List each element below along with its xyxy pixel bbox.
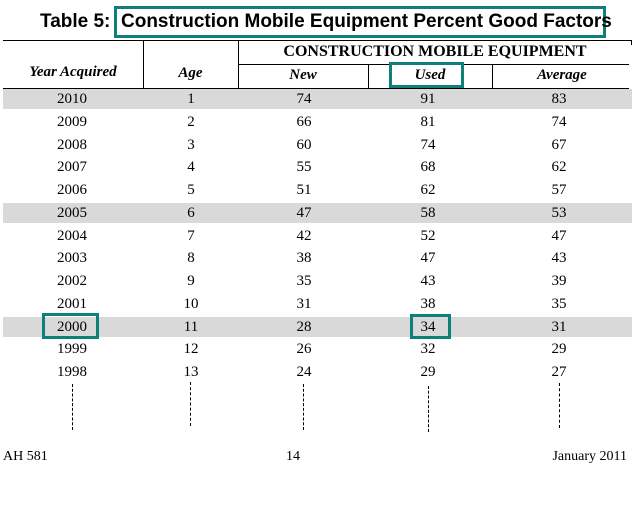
cell-used: 91 — [420, 91, 436, 107]
table-row: 2008 3 60 74 67 — [3, 135, 632, 155]
cell-age: 6 — [187, 205, 195, 221]
table-row: 2006 5 51 62 57 — [3, 180, 632, 200]
cell-year: 2006 — [57, 182, 87, 198]
cell-new: 26 — [296, 341, 312, 357]
cell-used: 74 — [420, 137, 436, 153]
cell-used: 62 — [420, 182, 436, 198]
cell-used: 47 — [420, 250, 436, 266]
cell-age: 2 — [187, 114, 195, 130]
cell-age: 11 — [183, 319, 199, 335]
cell-year: 2003 — [57, 250, 87, 266]
cell-year: 2004 — [57, 228, 87, 244]
table-row: 2003 8 38 47 43 — [3, 248, 632, 268]
cell-age: 4 — [187, 159, 195, 175]
title-highlight-box: Construction Mobile Equipment Percent Go… — [114, 6, 612, 38]
table-row: 2009 2 66 81 74 — [3, 112, 632, 132]
cell-age: 10 — [183, 296, 199, 312]
table-row: 2001 10 31 38 35 — [3, 294, 632, 314]
cell-new: 42 — [296, 228, 312, 244]
cell-used: 58 — [420, 205, 436, 221]
cell-new: 35 — [296, 273, 312, 289]
continuation-dash-average — [559, 383, 560, 428]
table-row: 2005 6 47 58 53 — [3, 203, 632, 223]
cell-used: 32 — [420, 341, 436, 357]
table-row: 2007 4 55 68 62 — [3, 157, 632, 177]
cell-year: 1998 — [57, 364, 87, 380]
table-title-prefix: Table 5: — [40, 11, 111, 32]
cell-average: 83 — [551, 91, 567, 107]
header-top-border — [3, 40, 632, 41]
cell-average: 43 — [551, 250, 567, 266]
cell-used: 68 — [420, 159, 436, 175]
footer-page-number: 14 — [286, 449, 300, 464]
cell-age: 12 — [183, 341, 199, 357]
cell-average: 29 — [551, 341, 567, 357]
header-new: New — [289, 67, 317, 83]
cell-new: 60 — [296, 137, 312, 153]
cell-new: 55 — [296, 159, 312, 175]
cell-used: 52 — [420, 228, 436, 244]
cell-used: 81 — [420, 114, 436, 130]
cell-new: 38 — [296, 250, 312, 266]
cell-average: 74 — [551, 114, 567, 130]
header-group-construction-mobile-equipment: CONSTRUCTION MOBILE EQUIPMENT — [283, 43, 587, 60]
used-header-highlight-box — [389, 62, 464, 88]
cell-age: 13 — [183, 364, 199, 380]
cell-used: 43 — [420, 273, 436, 289]
cell-new: 51 — [296, 182, 312, 198]
cell-average: 57 — [551, 182, 567, 198]
cell-year: 2009 — [57, 114, 87, 130]
cell-average: 67 — [551, 137, 567, 153]
header-average: Average — [537, 67, 587, 83]
cell-average: 31 — [551, 319, 567, 335]
cell-year: 2005 — [57, 205, 87, 221]
table-row: 1999 12 26 32 29 — [3, 339, 632, 359]
table-row: 2010 1 74 91 83 — [3, 89, 632, 109]
continuation-dash-age — [190, 382, 191, 426]
cell-used: 29 — [420, 364, 436, 380]
cell-age: 3 — [187, 137, 195, 153]
cell-year: 2002 — [57, 273, 87, 289]
year-2000-highlight-box — [42, 313, 99, 339]
cell-year: 2001 — [57, 296, 87, 312]
cell-average: 47 — [551, 228, 567, 244]
continuation-dash-year — [72, 384, 73, 430]
cell-new: 66 — [296, 114, 312, 130]
table-row: 2004 7 42 52 47 — [3, 226, 632, 246]
cell-average: 27 — [551, 364, 567, 380]
cell-age: 8 — [187, 250, 195, 266]
cell-new: 28 — [296, 319, 312, 335]
header-year-acquired: Year Acquired — [29, 64, 117, 80]
footer-date: January 2011 — [552, 449, 627, 464]
cell-age: 9 — [187, 273, 195, 289]
continuation-dash-new — [303, 384, 304, 430]
cell-age: 1 — [187, 91, 195, 107]
cell-year: 2010 — [57, 91, 87, 107]
used-34-highlight-box — [410, 314, 451, 339]
cell-used: 38 — [420, 296, 436, 312]
cell-year: 1999 — [57, 341, 87, 357]
cell-average: 53 — [551, 205, 567, 221]
continuation-dash-used — [428, 386, 429, 432]
table-row: 2002 9 35 43 39 — [3, 271, 632, 291]
cell-average: 62 — [551, 159, 567, 175]
table-title-text: Construction Mobile Equipment Percent Go… — [121, 11, 612, 32]
cell-new: 47 — [296, 205, 312, 221]
cell-average: 35 — [551, 296, 567, 312]
cell-new: 74 — [296, 91, 312, 107]
cell-average: 39 — [551, 273, 567, 289]
table-title: Table 5: Construction Mobile Equipment P… — [0, 6, 632, 38]
footer-document-id: AH 581 — [3, 449, 48, 464]
cell-new: 24 — [296, 364, 312, 380]
header-age: Age — [178, 65, 203, 81]
cell-age: 7 — [187, 228, 195, 244]
table-row: 1998 13 24 29 27 — [3, 362, 632, 382]
cell-year: 2008 — [57, 137, 87, 153]
cell-year: 2007 — [57, 159, 87, 175]
cell-new: 31 — [296, 296, 312, 312]
cell-age: 5 — [187, 182, 195, 198]
